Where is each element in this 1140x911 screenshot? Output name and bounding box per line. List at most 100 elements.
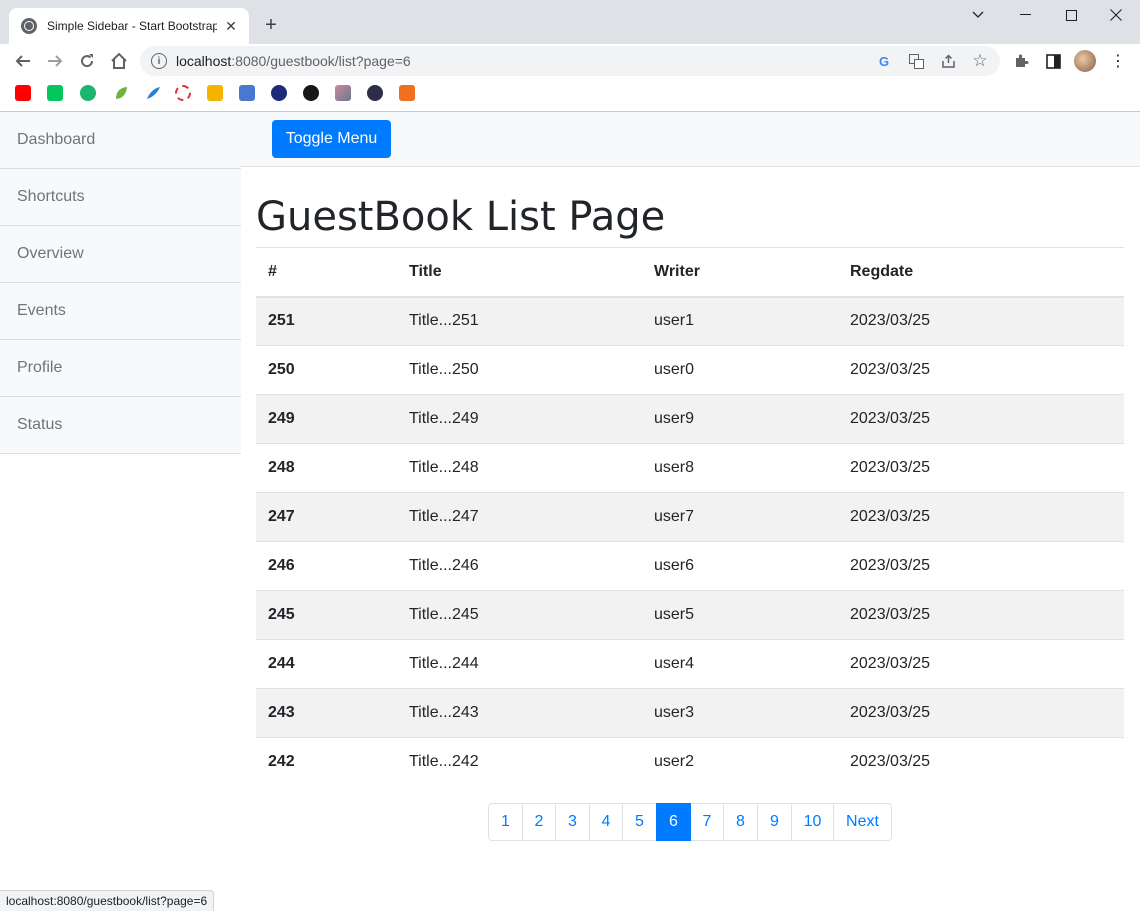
new-tab-icon[interactable]: +	[260, 14, 282, 36]
page-link-2[interactable]: 2	[522, 803, 556, 841]
row-regdate: 2023/03/25	[838, 394, 1124, 444]
character-bookmark-icon[interactable]	[367, 85, 383, 101]
feather-bookmark-icon[interactable]	[145, 85, 161, 101]
github-bookmark-icon[interactable]	[303, 85, 319, 101]
page-link-10[interactable]: 10	[791, 803, 834, 841]
page: Dashboard Shortcuts Overview Events Prof…	[0, 112, 1140, 911]
window-close-icon[interactable]	[1093, 0, 1139, 30]
owl-bookmark-icon[interactable]	[271, 85, 287, 101]
row-regdate: 2023/03/25	[838, 345, 1124, 395]
page-link-7[interactable]: 7	[690, 803, 724, 841]
close-icon[interactable]: ✕	[223, 18, 239, 34]
forward-arrow-icon[interactable]	[43, 49, 67, 73]
google-icon[interactable]: G	[875, 52, 893, 70]
home-icon[interactable]	[107, 49, 131, 73]
sidebar-item-profile[interactable]: Profile	[0, 340, 241, 397]
maximize-icon[interactable]	[1048, 0, 1094, 30]
sidebar-item-status[interactable]: Status	[0, 397, 241, 454]
page-link-4[interactable]: 4	[589, 803, 623, 841]
row-title[interactable]: Title...251	[397, 296, 642, 346]
row-writer: user9	[642, 394, 838, 444]
translate-icon[interactable]	[907, 52, 925, 70]
sidebar-item-shortcuts[interactable]: Shortcuts	[0, 169, 241, 226]
table-row[interactable]: 248 Title...248 user8 2023/03/25	[256, 443, 1124, 493]
table-row[interactable]: 251 Title...251 user1 2023/03/25	[256, 296, 1124, 346]
browser-chrome: Simple Sidebar - Start Bootstrap ✕ + i l…	[0, 0, 1140, 112]
blue-box-bookmark-icon[interactable]	[239, 85, 255, 101]
sidebar: Dashboard Shortcuts Overview Events Prof…	[0, 112, 241, 454]
row-number: 247	[256, 492, 397, 542]
column-header-number: #	[256, 247, 397, 298]
bookmarks-bar	[0, 78, 1140, 111]
row-title[interactable]: Title...243	[397, 688, 642, 738]
extensions-icon[interactable]	[1009, 49, 1033, 73]
sidebar-item-dashboard[interactable]: Dashboard	[0, 112, 241, 169]
toggle-menu-button[interactable]: Toggle Menu	[272, 120, 391, 158]
table-row[interactable]: 244 Title...244 user4 2023/03/25	[256, 639, 1124, 689]
table-row[interactable]: 250 Title...250 user0 2023/03/25	[256, 345, 1124, 395]
row-number: 251	[256, 296, 397, 346]
page-link-8[interactable]: 8	[723, 803, 758, 841]
youtube-bookmark-icon[interactable]	[15, 85, 31, 101]
row-writer: user8	[642, 443, 838, 493]
share-icon[interactable]	[939, 52, 957, 70]
naver-bookmark-icon[interactable]	[47, 85, 63, 101]
table-row[interactable]: 242 Title...242 user2 2023/03/25	[256, 737, 1124, 787]
info-icon[interactable]: i	[151, 53, 167, 69]
table-row[interactable]: 246 Title...246 user6 2023/03/25	[256, 541, 1124, 591]
orange-cube-bookmark-icon[interactable]	[399, 85, 415, 101]
row-title[interactable]: Title...242	[397, 737, 642, 787]
sidebar-item-events[interactable]: Events	[0, 283, 241, 340]
leaf-bookmark-icon[interactable]	[113, 85, 129, 101]
table-row[interactable]: 243 Title...243 user3 2023/03/25	[256, 688, 1124, 738]
page-link-9[interactable]: 9	[757, 803, 792, 841]
chevron-down-icon[interactable]	[955, 0, 1001, 30]
row-title[interactable]: Title...247	[397, 492, 642, 542]
table-row[interactable]: 247 Title...247 user7 2023/03/25	[256, 492, 1124, 542]
photo-bookmark-icon[interactable]	[335, 85, 351, 101]
page-link-3[interactable]: 3	[555, 803, 590, 841]
page-link-5[interactable]: 5	[622, 803, 657, 841]
page-link-1[interactable]: 1	[488, 803, 523, 841]
menu-kebab-icon[interactable]: ⋮	[1106, 49, 1130, 73]
tab-strip: Simple Sidebar - Start Bootstrap ✕ +	[0, 0, 1140, 44]
next-page-link[interactable]: Next	[833, 803, 892, 841]
table-row[interactable]: 245 Title...245 user5 2023/03/25	[256, 590, 1124, 640]
row-title[interactable]: Title...248	[397, 443, 642, 493]
sidebar-item-overview[interactable]: Overview	[0, 226, 241, 283]
reload-icon[interactable]	[75, 49, 99, 73]
row-writer: user0	[642, 345, 838, 395]
browser-tab[interactable]: Simple Sidebar - Start Bootstrap ✕	[9, 8, 249, 44]
row-regdate: 2023/03/25	[838, 688, 1124, 738]
classroom-bookmark-icon[interactable]	[207, 85, 223, 101]
table-row[interactable]: 249 Title...249 user9 2023/03/25	[256, 394, 1124, 444]
back-arrow-icon[interactable]	[11, 49, 35, 73]
browser-toolbar: i localhost:8080/guestbook/list?page=6 G…	[0, 44, 1140, 78]
row-writer: user5	[642, 590, 838, 640]
row-regdate: 2023/03/25	[838, 296, 1124, 346]
row-title[interactable]: Title...245	[397, 590, 642, 640]
avatar[interactable]	[1073, 49, 1097, 73]
red-ring-bookmark-icon[interactable]	[175, 85, 191, 101]
row-title[interactable]: Title...249	[397, 394, 642, 444]
page-link-6-active[interactable]: 6	[656, 803, 691, 841]
row-number: 249	[256, 394, 397, 444]
row-writer: user3	[642, 688, 838, 738]
green-circle-bookmark-icon[interactable]	[80, 85, 96, 101]
main-content: GuestBook List Page # Title Writer Regda…	[256, 167, 1124, 787]
row-regdate: 2023/03/25	[838, 737, 1124, 787]
address-bar[interactable]: i localhost:8080/guestbook/list?page=6 G…	[140, 46, 1000, 76]
star-icon[interactable]: ☆	[971, 51, 989, 70]
row-writer: user4	[642, 639, 838, 689]
row-title[interactable]: Title...244	[397, 639, 642, 689]
top-navbar: Toggle Menu	[241, 112, 1140, 167]
row-regdate: 2023/03/25	[838, 639, 1124, 689]
row-writer: user1	[642, 296, 838, 346]
pagination: 1 2 3 4 5 6 7 8 9 10 Next	[488, 803, 892, 841]
column-header-regdate: Regdate	[838, 247, 1124, 298]
minimize-icon[interactable]	[1002, 0, 1048, 30]
side-panel-icon[interactable]	[1041, 49, 1065, 73]
row-title[interactable]: Title...246	[397, 541, 642, 591]
row-title[interactable]: Title...250	[397, 345, 642, 395]
table-header-row: # Title Writer Regdate	[256, 247, 1124, 298]
